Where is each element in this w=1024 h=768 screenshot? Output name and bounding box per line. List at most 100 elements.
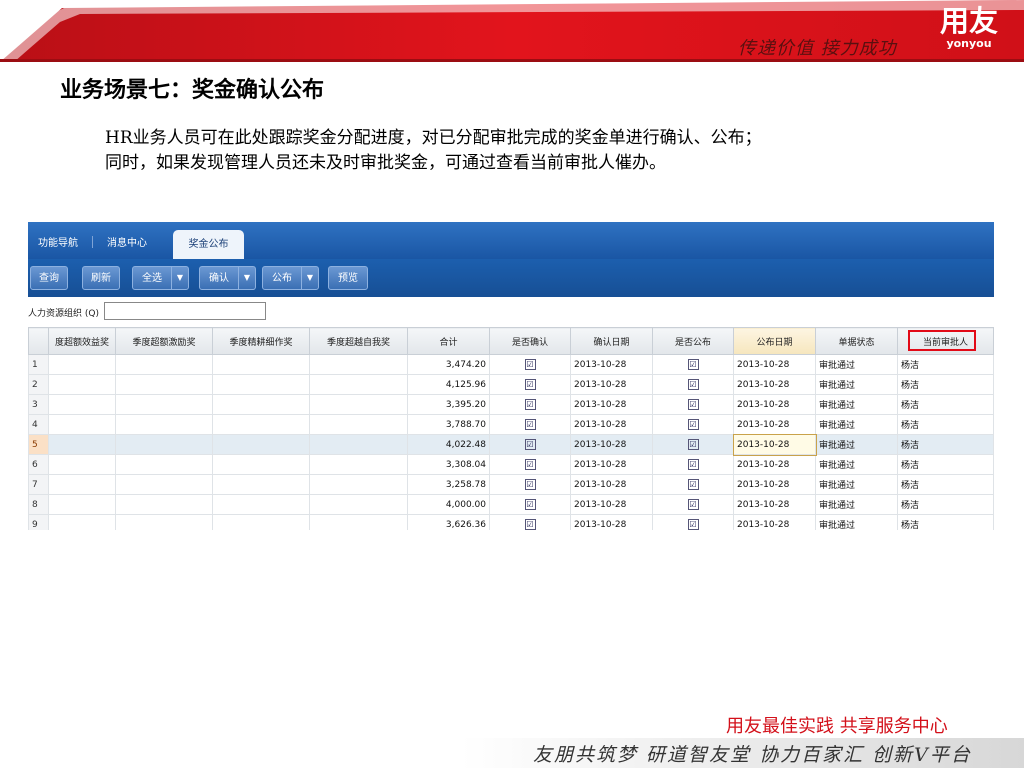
cell-confirmed[interactable]: ☑ bbox=[489, 494, 571, 515]
checkbox-icon[interactable]: ☑ bbox=[687, 419, 699, 430]
select-all-button[interactable]: 全选 ▼ bbox=[132, 266, 189, 290]
cell-published[interactable]: ☑ bbox=[652, 354, 734, 375]
cell-self-surpass[interactable] bbox=[309, 354, 408, 375]
col-header-intensive-work[interactable]: 季度精耕细作奖 bbox=[212, 327, 310, 355]
cell-intensive-work[interactable] bbox=[212, 434, 310, 455]
cell-excess-benefit[interactable] bbox=[48, 374, 116, 395]
checkbox-icon[interactable]: ☑ bbox=[687, 519, 699, 530]
cell-confirmed[interactable]: ☑ bbox=[489, 434, 571, 455]
table-row[interactable]: 3 3,395.20 ☑ 2013-10-28 ☑ 2013-10-28 审批通过 杨洁 bbox=[28, 394, 994, 415]
cell-excess-benefit[interactable] bbox=[48, 414, 116, 435]
cell-published[interactable]: ☑ bbox=[652, 374, 734, 395]
col-header-total[interactable]: 合计 bbox=[407, 327, 490, 355]
cell-published[interactable]: ☑ bbox=[652, 494, 734, 515]
cell-self-surpass[interactable] bbox=[309, 474, 408, 495]
cell-intensive-work[interactable] bbox=[212, 454, 310, 475]
checkbox-icon[interactable]: ☑ bbox=[524, 459, 536, 470]
col-header-status[interactable]: 单据状态 bbox=[815, 327, 898, 355]
cell-confirmed[interactable]: ☑ bbox=[489, 354, 571, 375]
publish-button[interactable]: 公布 ▼ bbox=[262, 266, 319, 290]
tab-message-center[interactable]: 消息中心 bbox=[107, 234, 147, 249]
checkbox-icon[interactable]: ☑ bbox=[687, 359, 699, 370]
tab-function-nav[interactable]: 功能导航 bbox=[38, 234, 78, 249]
cell-confirmed[interactable]: ☑ bbox=[489, 414, 571, 435]
checkbox-icon[interactable]: ☑ bbox=[687, 499, 699, 510]
cell-publish-date[interactable]: 2013-10-28 bbox=[733, 514, 816, 530]
checkbox-icon[interactable]: ☑ bbox=[524, 419, 536, 430]
cell-excess-benefit[interactable] bbox=[48, 354, 116, 375]
checkbox-icon[interactable]: ☑ bbox=[687, 379, 699, 390]
cell-confirmed[interactable]: ☑ bbox=[489, 454, 571, 475]
cell-excess-incentive[interactable] bbox=[115, 414, 213, 435]
cell-publish-date[interactable]: 2013-10-28 bbox=[733, 454, 816, 475]
col-header-self-surpass[interactable]: 季度超越自我奖 bbox=[309, 327, 408, 355]
col-header-excess-benefit[interactable]: 度超额效益奖 bbox=[48, 327, 116, 355]
tab-bonus-publish[interactable]: 奖金公布 bbox=[173, 230, 244, 259]
cell-published[interactable]: ☑ bbox=[652, 514, 734, 530]
cell-intensive-work[interactable] bbox=[212, 494, 310, 515]
col-header-confirm-date[interactable]: 确认日期 bbox=[570, 327, 653, 355]
cell-self-surpass[interactable] bbox=[309, 414, 408, 435]
cell-intensive-work[interactable] bbox=[212, 514, 310, 530]
checkbox-icon[interactable]: ☑ bbox=[687, 459, 699, 470]
checkbox-icon[interactable]: ☑ bbox=[687, 439, 699, 450]
cell-publish-date[interactable]: 2013-10-28 bbox=[733, 414, 816, 435]
col-header-publish-date[interactable]: 公布日期 bbox=[733, 327, 816, 355]
col-header-published[interactable]: 是否公布 bbox=[652, 327, 734, 355]
chevron-down-icon[interactable]: ▼ bbox=[171, 267, 188, 289]
cell-excess-benefit[interactable] bbox=[48, 514, 116, 530]
cell-excess-benefit[interactable] bbox=[48, 494, 116, 515]
checkbox-icon[interactable]: ☑ bbox=[524, 439, 536, 450]
cell-self-surpass[interactable] bbox=[309, 514, 408, 530]
cell-publish-date[interactable]: 2013-10-28 bbox=[733, 354, 816, 375]
cell-excess-incentive[interactable] bbox=[115, 374, 213, 395]
chevron-down-icon[interactable]: ▼ bbox=[301, 267, 318, 289]
table-row[interactable]: 5 4,022.48 ☑ 2013-10-28 ☑ 2013-10-28 审批通过 杨洁 bbox=[28, 433, 994, 456]
checkbox-icon[interactable]: ☑ bbox=[687, 479, 699, 490]
query-button[interactable]: 查询 bbox=[30, 266, 68, 290]
table-row[interactable]: 8 4,000.00 ☑ 2013-10-28 ☑ 2013-10-28 审批通过 杨洁 bbox=[28, 494, 994, 515]
table-row[interactable]: 7 3,258.78 ☑ 2013-10-28 ☑ 2013-10-28 审批通过 杨洁 bbox=[28, 474, 994, 495]
table-row[interactable]: 6 3,308.04 ☑ 2013-10-28 ☑ 2013-10-28 审批通过 杨洁 bbox=[28, 454, 994, 475]
table-row[interactable]: 9 3,626.36 ☑ 2013-10-28 ☑ 2013-10-28 审批通过 杨洁 bbox=[28, 514, 994, 530]
cell-confirmed[interactable]: ☑ bbox=[489, 474, 571, 495]
cell-intensive-work[interactable] bbox=[212, 414, 310, 435]
checkbox-icon[interactable]: ☑ bbox=[524, 479, 536, 490]
cell-published[interactable]: ☑ bbox=[652, 414, 734, 435]
cell-publish-date[interactable]: 2013-10-28 bbox=[733, 494, 816, 515]
cell-excess-benefit[interactable] bbox=[48, 394, 116, 415]
col-header-excess-incentive[interactable]: 季度超额激励奖 bbox=[115, 327, 213, 355]
checkbox-icon[interactable]: ☑ bbox=[687, 399, 699, 410]
cell-excess-incentive[interactable] bbox=[115, 434, 213, 455]
cell-excess-benefit[interactable] bbox=[48, 454, 116, 475]
col-header-confirmed[interactable]: 是否确认 bbox=[489, 327, 571, 355]
cell-excess-incentive[interactable] bbox=[115, 354, 213, 375]
cell-published[interactable]: ☑ bbox=[652, 474, 734, 495]
table-row[interactable]: 4 3,788.70 ☑ 2013-10-28 ☑ 2013-10-28 审批通过 杨洁 bbox=[28, 414, 994, 435]
cell-confirmed[interactable]: ☑ bbox=[489, 394, 571, 415]
cell-self-surpass[interactable] bbox=[309, 454, 408, 475]
cell-self-surpass[interactable] bbox=[309, 374, 408, 395]
checkbox-icon[interactable]: ☑ bbox=[524, 399, 536, 410]
preview-button[interactable]: 预览 bbox=[328, 266, 368, 290]
cell-publish-date[interactable]: 2013-10-28 bbox=[732, 433, 817, 456]
cell-excess-incentive[interactable] bbox=[115, 514, 213, 530]
cell-self-surpass[interactable] bbox=[309, 494, 408, 515]
table-row[interactable]: 1 3,474.20 ☑ 2013-10-28 ☑ 2013-10-28 审批通过 杨洁 bbox=[28, 354, 994, 375]
cell-self-surpass[interactable] bbox=[309, 434, 408, 455]
chevron-down-icon[interactable]: ▼ bbox=[238, 267, 255, 289]
cell-intensive-work[interactable] bbox=[212, 354, 310, 375]
cell-publish-date[interactable]: 2013-10-28 bbox=[733, 394, 816, 415]
cell-confirmed[interactable]: ☑ bbox=[489, 374, 571, 395]
cell-self-surpass[interactable] bbox=[309, 394, 408, 415]
cell-excess-benefit[interactable] bbox=[48, 474, 116, 495]
checkbox-icon[interactable]: ☑ bbox=[524, 499, 536, 510]
cell-intensive-work[interactable] bbox=[212, 374, 310, 395]
refresh-button[interactable]: 刷新 bbox=[82, 266, 120, 290]
cell-excess-incentive[interactable] bbox=[115, 494, 213, 515]
table-row[interactable]: 2 4,125.96 ☑ 2013-10-28 ☑ 2013-10-28 审批通过 杨洁 bbox=[28, 374, 994, 395]
cell-excess-incentive[interactable] bbox=[115, 454, 213, 475]
checkbox-icon[interactable]: ☑ bbox=[524, 379, 536, 390]
checkbox-icon[interactable]: ☑ bbox=[524, 519, 536, 530]
cell-intensive-work[interactable] bbox=[212, 474, 310, 495]
